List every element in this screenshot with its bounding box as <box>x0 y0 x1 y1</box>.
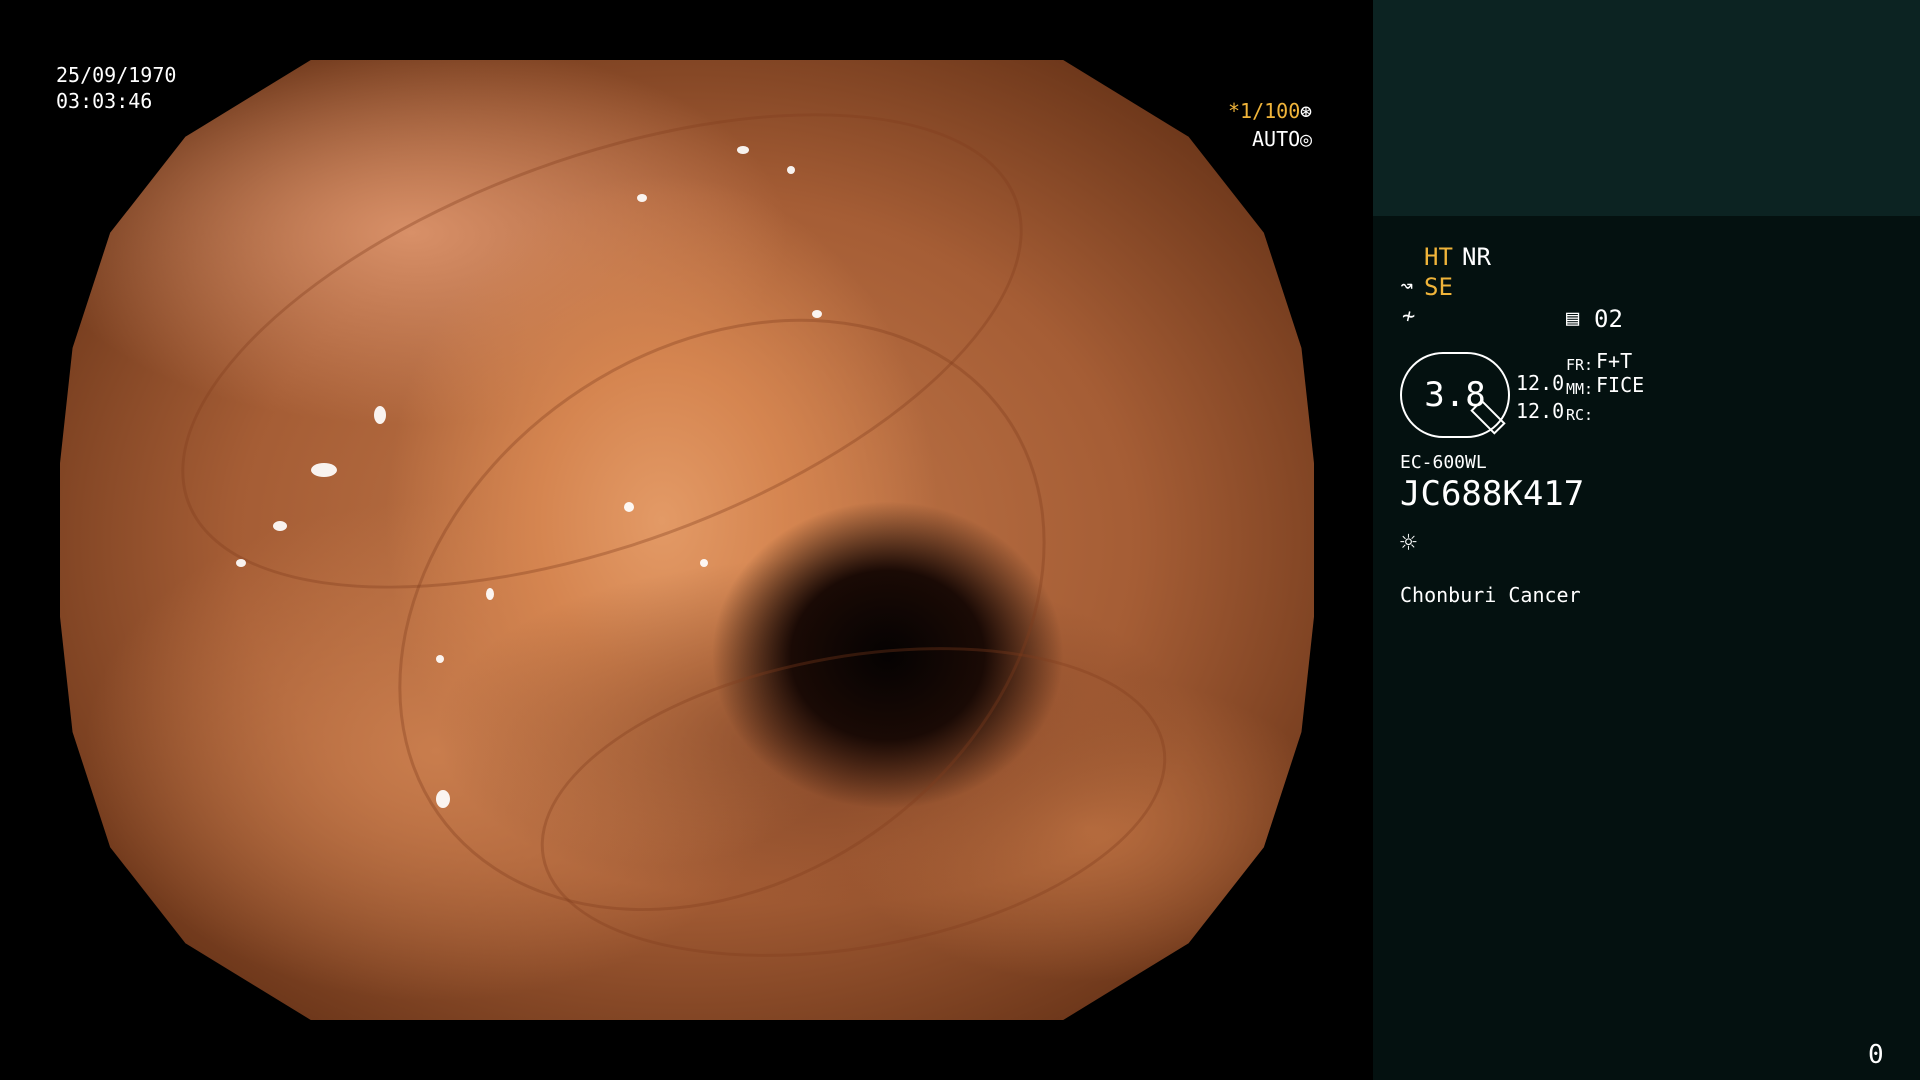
iris-icon: ◎ <box>1300 127 1313 151</box>
light-reflection <box>273 520 288 531</box>
endoscope-video-area: 25/09/1970 03:03:46 *1/100 ⊛ AUTO ◎ <box>0 0 1373 1080</box>
fr-value: F+T <box>1596 349 1633 373</box>
memory-value: 02 <box>1594 305 1623 333</box>
exposure-mode: AUTO <box>1252 127 1301 151</box>
light-reflection <box>373 405 386 424</box>
endoscopic-image <box>60 60 1314 1020</box>
info-panel <box>1373 0 1920 1080</box>
shutter-speed: *1/100 <box>1228 99 1301 123</box>
value-2: 12.0 <box>1516 399 1565 423</box>
light-reflection <box>310 463 337 478</box>
scope-model: EC-600WL <box>1400 452 1487 473</box>
frame-counter: 0 <box>1868 1040 1884 1070</box>
mm-value: FICE <box>1596 373 1645 397</box>
nr-indicator: NR <box>1462 243 1491 271</box>
light-reflection <box>699 559 708 568</box>
scissors-icon: ≁ <box>1402 304 1416 329</box>
institution-name: Chonburi Cancer <box>1400 583 1581 607</box>
memory-card-icon: ▤ <box>1566 306 1580 331</box>
mm-label: MM: <box>1566 380 1594 398</box>
se-indicator: SE <box>1424 273 1453 301</box>
fr-label: FR: <box>1566 356 1594 374</box>
exam-time: 03:03:46 <box>56 89 153 113</box>
light-sun-icon: ☼ <box>1400 526 1417 559</box>
panel-header-area <box>1373 0 1920 216</box>
ht-indicator: HT <box>1424 243 1453 271</box>
structure-enhance-icon: ↝ <box>1400 274 1414 299</box>
light-reflection <box>235 559 246 568</box>
value-1: 12.0 <box>1516 371 1565 395</box>
rc-label: RC: <box>1566 406 1594 424</box>
light-reflection <box>812 309 823 318</box>
light-reflection <box>787 165 796 174</box>
light-reflection <box>436 789 451 808</box>
exam-date: 25/09/1970 <box>56 63 177 87</box>
shutter-icon: ⊛ <box>1300 99 1313 123</box>
light-reflection <box>624 501 635 512</box>
scope-serial: JC688K417 <box>1400 474 1585 514</box>
zoom-badge: 3.8 <box>1400 352 1510 438</box>
